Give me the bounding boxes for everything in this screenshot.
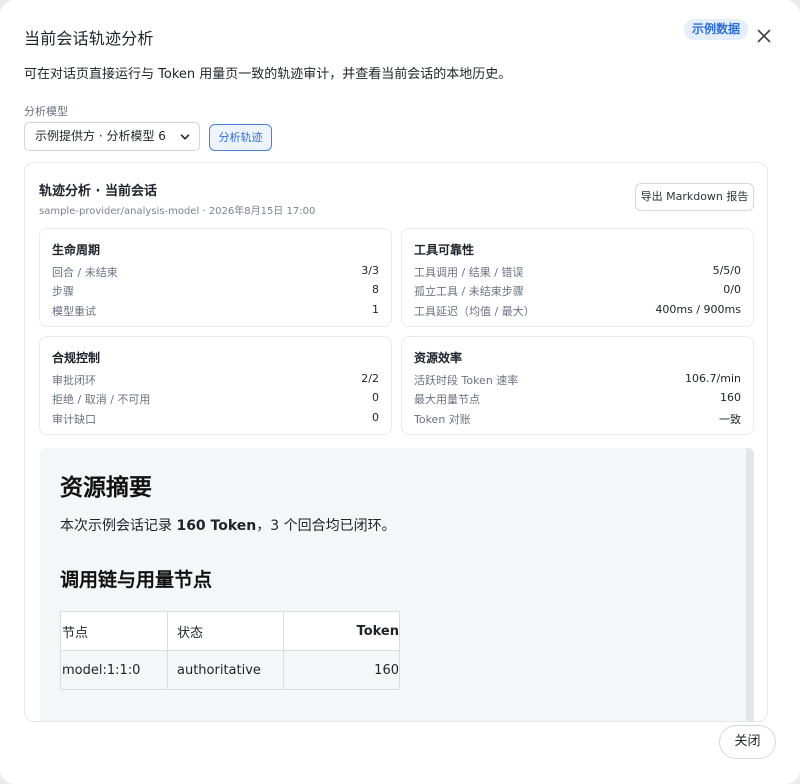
row-label: 拒绝 / 取消 / 不可用 bbox=[52, 393, 151, 406]
row-label: 回合 / 未结束 bbox=[52, 266, 118, 279]
card-row: 步骤 8 bbox=[52, 283, 379, 298]
card-row: 工具调用 / 结果 / 错误 5/5/0 bbox=[414, 264, 741, 279]
chevron-down-icon bbox=[180, 134, 190, 140]
card-row: 活跃时段 Token 速率 106.7/min bbox=[414, 372, 741, 387]
analysis-panel: 轨迹分析 · 当前会话 sample-provider/analysis-mod… bbox=[24, 162, 768, 722]
markdown-report-preview[interactable]: 资源摘要 本次示例会话记录 160 Token，3 个回合均已闭环。 调用链与用… bbox=[40, 448, 754, 721]
model-label: 分析模型 bbox=[24, 105, 68, 118]
card-row: 工具延迟（均值 / 最大） 400ms / 900ms bbox=[414, 303, 741, 318]
model-select-value: 示例提供方 · 分析模型 6 bbox=[35, 129, 166, 143]
panel-title: 轨迹分析 · 当前会话 bbox=[39, 184, 157, 199]
row-label: 工具延迟（均值 / 最大） bbox=[414, 305, 535, 318]
row-value: 8 bbox=[372, 283, 379, 296]
usage-node-table: 节点 状态 Token model:1:1:0 authoritative 16… bbox=[60, 611, 400, 690]
card-row: 模型重试 1 bbox=[52, 303, 379, 318]
close-button[interactable]: 关闭 bbox=[719, 725, 776, 759]
row-value: 0 bbox=[372, 411, 379, 424]
analyze-trajectory-button[interactable]: 分析轨迹 bbox=[209, 124, 272, 151]
row-label: 活跃时段 Token 速率 bbox=[414, 374, 519, 387]
row-value: 0 bbox=[372, 391, 379, 404]
report-summary: 本次示例会话记录 160 Token，3 个回合均已闭环。 bbox=[60, 515, 396, 535]
card-row: 审批闭环 2/2 bbox=[52, 372, 379, 387]
row-label: 审批闭环 bbox=[52, 374, 96, 387]
row-label: 工具调用 / 结果 / 错误 bbox=[414, 266, 524, 279]
panel-subtitle: sample-provider/analysis-model · 2026年8月… bbox=[39, 206, 316, 217]
card-title: 资源效率 bbox=[414, 351, 463, 365]
row-label: 最大用量节点 bbox=[414, 393, 480, 406]
card-tool-reliability: 工具可靠性 工具调用 / 结果 / 错误 5/5/0 孤立工具 / 未结束步骤 … bbox=[401, 228, 754, 327]
dialog-description: 可在对话页直接运行与 Token 用量页一致的轨迹审计，并查看当前会话的本地历史… bbox=[24, 67, 512, 82]
row-value: 2/2 bbox=[361, 372, 379, 385]
summary-prefix: 本次示例会话记录 bbox=[60, 518, 177, 534]
report-heading: 资源摘要 bbox=[60, 475, 152, 501]
row-label: 模型重试 bbox=[52, 305, 96, 318]
row-value: 0/0 bbox=[723, 283, 741, 296]
report-scrollbar[interactable] bbox=[746, 448, 754, 721]
export-markdown-button[interactable]: 导出 Markdown 报告 bbox=[635, 183, 754, 211]
card-row: Token 对账 一致 bbox=[414, 411, 741, 426]
row-label: 审计缺口 bbox=[52, 413, 96, 426]
card-row: 拒绝 / 取消 / 不可用 0 bbox=[52, 391, 379, 406]
table-row: model:1:1:0 authoritative 160 bbox=[60, 650, 400, 690]
row-label: 步骤 bbox=[52, 285, 74, 298]
row-label: 孤立工具 / 未结束步骤 bbox=[414, 285, 524, 298]
dialog-title: 当前会话轨迹分析 bbox=[24, 29, 154, 48]
card-row: 孤立工具 / 未结束步骤 0/0 bbox=[414, 283, 741, 298]
close-icon bbox=[757, 29, 771, 43]
card-title: 合规控制 bbox=[52, 351, 101, 365]
cell-status: authoritative bbox=[167, 650, 284, 690]
row-value: 400ms / 900ms bbox=[655, 303, 741, 316]
model-select[interactable]: 示例提供方 · 分析模型 6 bbox=[24, 122, 200, 151]
card-row: 最大用量节点 160 bbox=[414, 391, 741, 406]
trajectory-analysis-dialog: 当前会话轨迹分析 示例数据 可在对话页直接运行与 Token 用量页一致的轨迹审… bbox=[0, 0, 800, 784]
row-value: 3/3 bbox=[361, 264, 379, 277]
row-value: 1 bbox=[372, 303, 379, 316]
cell-node: model:1:1:0 bbox=[60, 650, 168, 690]
summary-suffix: ，3 个回合均已闭环。 bbox=[256, 518, 396, 534]
card-resource-efficiency: 资源效率 活跃时段 Token 速率 106.7/min 最大用量节点 160 … bbox=[401, 336, 754, 435]
summary-token-count: 160 Token bbox=[176, 518, 257, 534]
card-title: 工具可靠性 bbox=[414, 243, 475, 257]
close-dialog-button[interactable] bbox=[752, 24, 776, 48]
col-header-status: 状态 bbox=[167, 611, 284, 651]
report-subheading: 调用链与用量节点 bbox=[60, 569, 213, 591]
col-header-token: Token bbox=[283, 611, 400, 651]
row-label: Token 对账 bbox=[414, 413, 471, 426]
row-value: 106.7/min bbox=[685, 372, 741, 385]
card-lifecycle: 生命周期 回合 / 未结束 3/3 步骤 8 模型重试 1 bbox=[39, 228, 392, 327]
row-value: 160 bbox=[720, 391, 741, 404]
row-value: 一致 bbox=[719, 413, 741, 426]
card-compliance: 合规控制 审批闭环 2/2 拒绝 / 取消 / 不可用 0 审计缺口 0 bbox=[39, 336, 392, 435]
row-value: 5/5/0 bbox=[712, 264, 741, 277]
table-header-row: 节点 状态 Token bbox=[60, 611, 400, 651]
col-header-node: 节点 bbox=[60, 611, 168, 651]
sample-data-badge: 示例数据 bbox=[684, 19, 749, 40]
cell-token: 160 bbox=[283, 650, 400, 690]
card-row: 回合 / 未结束 3/3 bbox=[52, 264, 379, 279]
card-title: 生命周期 bbox=[52, 243, 101, 257]
card-row: 审计缺口 0 bbox=[52, 411, 379, 426]
